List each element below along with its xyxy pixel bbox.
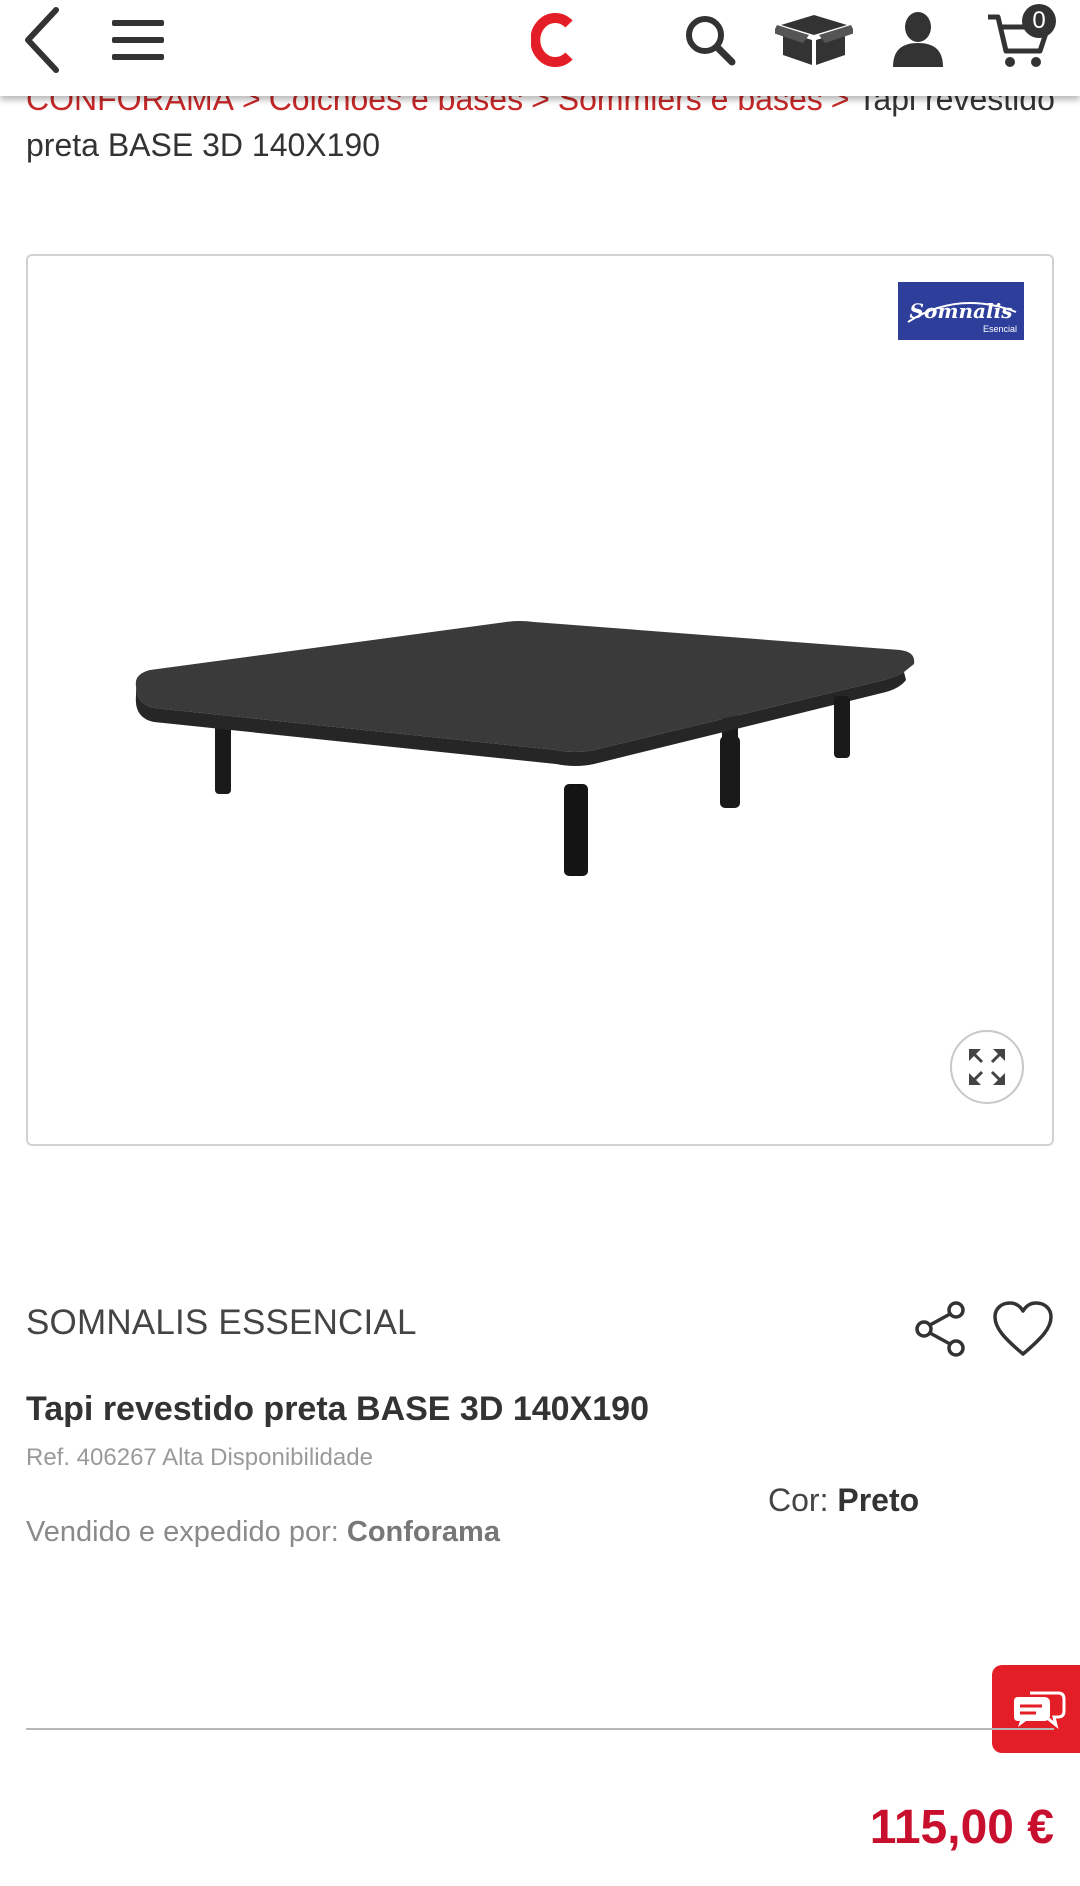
product-color[interactable]: Cor: Preto	[768, 1482, 919, 1519]
brand-logo-sub: Esencial	[983, 324, 1017, 334]
search-button[interactable]	[680, 0, 740, 80]
section-divider	[26, 1728, 1054, 1730]
menu-button[interactable]	[108, 0, 168, 80]
product-title: Tapi revestido preta BASE 3D 140X190	[26, 1390, 649, 1428]
share-button[interactable]	[912, 1300, 970, 1358]
orders-button[interactable]	[774, 0, 854, 80]
bed-base-product-image	[135, 621, 915, 876]
cart-count-badge: 0	[1022, 4, 1056, 38]
user-icon	[893, 12, 943, 67]
seller-name[interactable]: Conforama	[347, 1516, 500, 1548]
conforama-logo	[531, 13, 573, 67]
back-button[interactable]	[14, 0, 70, 80]
chat-icon	[1014, 1691, 1066, 1729]
brand-logo-name: Somnalis	[910, 299, 1013, 323]
seller-info: Vendido e expedido por: Conforama	[26, 1516, 500, 1549]
color-label: Cor:	[768, 1482, 829, 1518]
chat-button[interactable]	[992, 1665, 1080, 1753]
back-arrow-icon	[25, 7, 59, 73]
home-logo-link[interactable]	[528, 0, 578, 80]
product-ref: Ref. 406267 Alta Disponibilidade	[26, 1444, 373, 1471]
seller-label: Vendido e expedido por:	[26, 1516, 339, 1548]
product-price: 115,00 €	[869, 1801, 1054, 1854]
expand-icon	[969, 1049, 1005, 1085]
product-image-gallery[interactable]: Somnalis Esencial	[26, 254, 1054, 1146]
top-header: 0	[0, 0, 1080, 96]
heart-icon	[993, 1301, 1053, 1356]
brand-logo: Somnalis Esencial	[898, 282, 1024, 340]
share-icon	[915, 1301, 965, 1357]
box-icon	[775, 15, 853, 65]
zoom-button[interactable]	[950, 1030, 1024, 1104]
color-value: Preto	[837, 1482, 920, 1518]
hamburger-menu-icon	[112, 20, 164, 60]
account-button[interactable]	[888, 0, 948, 80]
product-brand[interactable]: SOMNALIS ESSENCIAL	[26, 1303, 417, 1343]
wishlist-button[interactable]	[992, 1300, 1054, 1358]
search-icon	[686, 16, 736, 66]
